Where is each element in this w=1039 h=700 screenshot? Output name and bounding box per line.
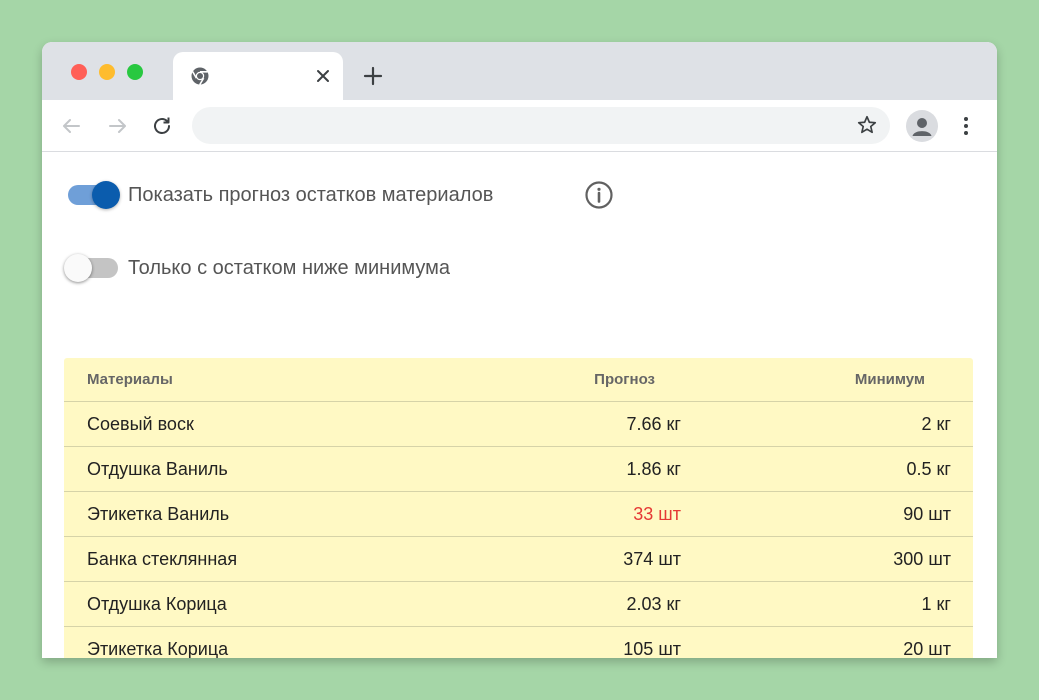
- chrome-icon: [191, 67, 209, 86]
- browser-tab[interactable]: [173, 52, 343, 100]
- minimize-window-button[interactable]: [99, 64, 115, 80]
- maximize-window-button[interactable]: [127, 64, 143, 80]
- material-name: Соевый воск: [87, 413, 194, 434]
- plus-icon[interactable]: [362, 65, 384, 87]
- materials-table: Материалы Прогноз Минимум Соевый воск 7.…: [64, 358, 973, 658]
- show-forecast-switch[interactable]: [66, 178, 120, 212]
- profile-button[interactable]: [906, 110, 938, 142]
- forecast-value: 2.03 кг: [626, 593, 681, 614]
- switch-knob: [64, 254, 92, 282]
- arrow-left-icon[interactable]: [59, 114, 83, 138]
- minimum-value: 300 шт: [893, 548, 951, 569]
- minimum-value: 2 кг: [921, 413, 951, 434]
- table-row: Этикетка Ваниль 33 шт 90 шт: [64, 491, 973, 536]
- material-name: Отдушка Корица: [87, 593, 227, 614]
- minimum-value: 20 шт: [903, 638, 951, 659]
- table-header: Материалы Прогноз Минимум: [64, 358, 973, 401]
- forecast-value: 105 шт: [623, 638, 681, 659]
- material-name: Отдушка Ваниль: [87, 458, 228, 479]
- forecast-value: 374 шт: [623, 548, 681, 569]
- address-bar[interactable]: [192, 107, 890, 144]
- info-icon[interactable]: [584, 180, 614, 210]
- material-name: Этикетка Корица: [87, 638, 229, 659]
- kebab-menu-icon[interactable]: [954, 114, 978, 138]
- table-row: Отдушка Корица 2.03 кг 1 кг: [64, 581, 973, 626]
- reload-icon[interactable]: [150, 114, 174, 138]
- close-icon[interactable]: [313, 66, 333, 86]
- minimum-value: 1 кг: [921, 593, 951, 614]
- forecast-value: 7.66 кг: [626, 413, 681, 434]
- table-row: Отдушка Ваниль 1.86 кг 0.5 кг: [64, 446, 973, 491]
- show-forecast-label: Показать прогноз остатков материалов: [128, 184, 494, 206]
- browser-toolbar: [42, 100, 997, 152]
- table-row: Банка стеклянная 374 шт 300 шт: [64, 536, 973, 581]
- table-row: Соевый воск 7.66 кг 2 кг: [64, 401, 973, 446]
- table-row: Этикетка Корица 105 шт 20 шт: [64, 626, 973, 658]
- person-icon: [912, 118, 932, 136]
- forecast-value: 1.86 кг: [626, 458, 681, 479]
- material-name: Этикетка Ваниль: [87, 503, 230, 524]
- column-header-forecast[interactable]: Прогноз: [594, 358, 655, 401]
- star-icon[interactable]: [856, 114, 878, 136]
- page-content: Показать прогноз остатков материалов Тол…: [42, 153, 997, 658]
- arrow-right-icon[interactable]: [106, 114, 130, 138]
- column-header-minimum[interactable]: Минимум: [855, 358, 925, 401]
- below-minimum-label: Только с остатком ниже минимума: [128, 257, 450, 279]
- browser-window: Показать прогноз остатков материалов Тол…: [42, 42, 997, 658]
- close-window-button[interactable]: [71, 64, 87, 80]
- column-header-materials[interactable]: Материалы: [87, 358, 173, 401]
- below-minimum-switch[interactable]: [64, 251, 120, 285]
- forecast-value-below-minimum: 33 шт: [633, 503, 681, 524]
- switch-knob: [92, 181, 120, 209]
- minimum-value: 90 шт: [903, 503, 951, 524]
- minimum-value: 0.5 кг: [906, 458, 951, 479]
- material-name: Банка стеклянная: [87, 548, 238, 569]
- tab-bar: [42, 42, 997, 100]
